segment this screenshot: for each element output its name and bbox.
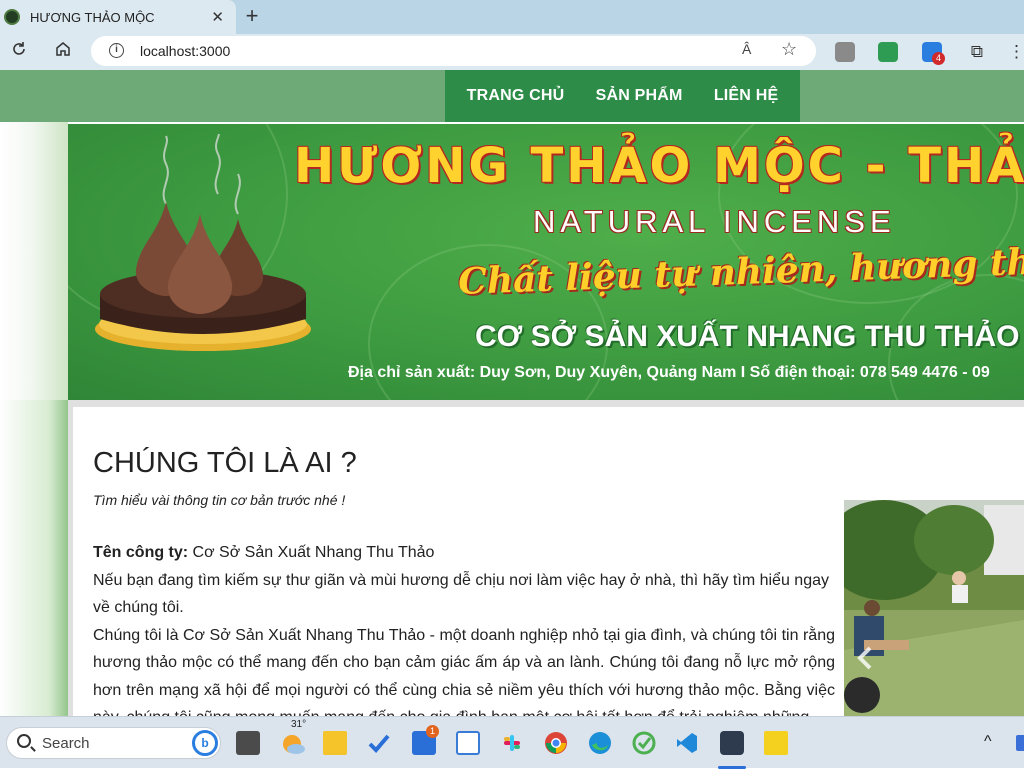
search-icon <box>17 734 31 748</box>
task-view-icon[interactable] <box>236 731 260 755</box>
app-green-icon[interactable] <box>632 731 656 755</box>
browser-toolbar: i localhost:3000 Â ☆ 4 ⧉ ⋮ <box>0 34 1024 70</box>
extension-badge: 4 <box>932 52 945 65</box>
office-app-icon[interactable]: 1 <box>412 725 439 755</box>
favorite-star-icon[interactable]: ☆ <box>781 39 797 60</box>
todo-icon[interactable] <box>367 731 391 755</box>
about-tagline: Tìm hiểu vài thông tin cơ bản trước nhé … <box>93 492 346 508</box>
slack-icon[interactable] <box>500 731 524 755</box>
os-taskbar: Search b 31° 1 ^ <box>0 716 1024 769</box>
tab-title: HƯƠNG THẢO MỘC <box>30 9 155 25</box>
about-heading: CHÚNG TÔI LÀ AI ? <box>93 447 357 479</box>
weather-temp: 31° <box>291 719 307 730</box>
extension-icon[interactable]: 4 <box>922 42 945 65</box>
extensions-puzzle-icon[interactable]: ⧉ <box>964 40 990 64</box>
vscode-icon[interactable] <box>675 731 699 755</box>
about-paragraph: Chúng tôi là Cơ Sở Sản Xuất Nhang Thu Th… <box>93 626 835 717</box>
edge-icon[interactable] <box>588 731 612 755</box>
browser-tab[interactable]: HƯƠNG THẢO MỘC ✕ <box>0 0 236 34</box>
notification-badge: 1 <box>426 725 439 738</box>
url-text[interactable]: localhost:3000 <box>140 43 230 59</box>
about-photo <box>844 500 1024 716</box>
chrome-icon[interactable] <box>544 731 568 755</box>
nav-item-contact[interactable]: LIÊN HỆ <box>714 87 779 105</box>
company-label: Tên công ty: <box>93 544 189 561</box>
main-nav: TRANG CHỦ SẢN PHẨM LIÊN HỆ <box>445 70 800 122</box>
new-tab-icon[interactable]: + <box>240 5 264 29</box>
incense-cones-illustration <box>95 134 311 351</box>
site-info-icon[interactable]: i <box>109 43 124 58</box>
close-tab-icon[interactable]: ✕ <box>211 8 224 26</box>
network-icon[interactable] <box>1016 735 1024 751</box>
edge-profile-icon[interactable] <box>720 731 744 755</box>
show-hidden-icons-chevron-up-icon[interactable]: ^ <box>984 733 992 751</box>
address-bar[interactable]: i localhost:3000 Â ☆ <box>91 36 816 66</box>
banner-address: Địa chỉ sản xuất: Duy Sơn, Duy Xuyên, Qu… <box>348 364 990 381</box>
refresh-icon[interactable] <box>6 40 32 64</box>
banner-facility-name: CƠ SỞ SẢN XUẤT NHANG THU THẢO <box>475 320 1020 353</box>
banner-title: HƯƠNG THẢO MỘC - THẢO M <box>294 138 1024 194</box>
weather-widget[interactable]: 31° <box>281 719 306 755</box>
more-menu-icon[interactable]: ⋮ <box>1008 40 1024 64</box>
nav-item-products[interactable]: SẢN PHẨM <box>596 87 683 105</box>
company-line: Tên công ty: Cơ Sở Sản Xuất Nhang Thu Th… <box>93 539 835 567</box>
bing-icon[interactable]: b <box>192 730 218 756</box>
left-leaf-decoration <box>0 400 70 716</box>
about-paragraph: Nếu bạn đang tìm kiếm sự thư giãn và mùi… <box>93 571 829 617</box>
home-icon[interactable] <box>50 40 76 64</box>
company-name: Cơ Sở Sản Xuất Nhang Thu Thảo <box>188 544 435 561</box>
store-icon[interactable] <box>456 731 480 755</box>
search-placeholder: Search <box>42 735 90 752</box>
banner-subtitle: NATURAL INCENSE <box>533 204 896 239</box>
web-page: TRANG CHỦ SẢN PHẨM LIÊN HỆ HƯƠNG THẢO MỘ… <box>0 70 1024 716</box>
sticky-notes-icon[interactable] <box>764 731 788 755</box>
file-explorer-icon[interactable] <box>323 731 347 755</box>
taskbar-search[interactable]: Search b <box>6 727 221 759</box>
site-favicon-icon <box>4 9 20 25</box>
screenshot-extension-icon[interactable] <box>835 42 855 62</box>
hero-banner: HƯƠNG THẢO MỘC - THẢO M NATURAL INCENSE … <box>68 124 1024 400</box>
robot-extension-icon[interactable] <box>878 42 898 62</box>
browser-tab-bar: HƯƠNG THẢO MỘC ✕ + <box>0 0 1024 34</box>
read-aloud-icon[interactable]: Â <box>742 41 751 57</box>
about-description: Tên công ty: Cơ Sở Sản Xuất Nhang Thu Th… <box>93 539 835 716</box>
nav-item-home[interactable]: TRANG CHỦ <box>467 87 565 105</box>
